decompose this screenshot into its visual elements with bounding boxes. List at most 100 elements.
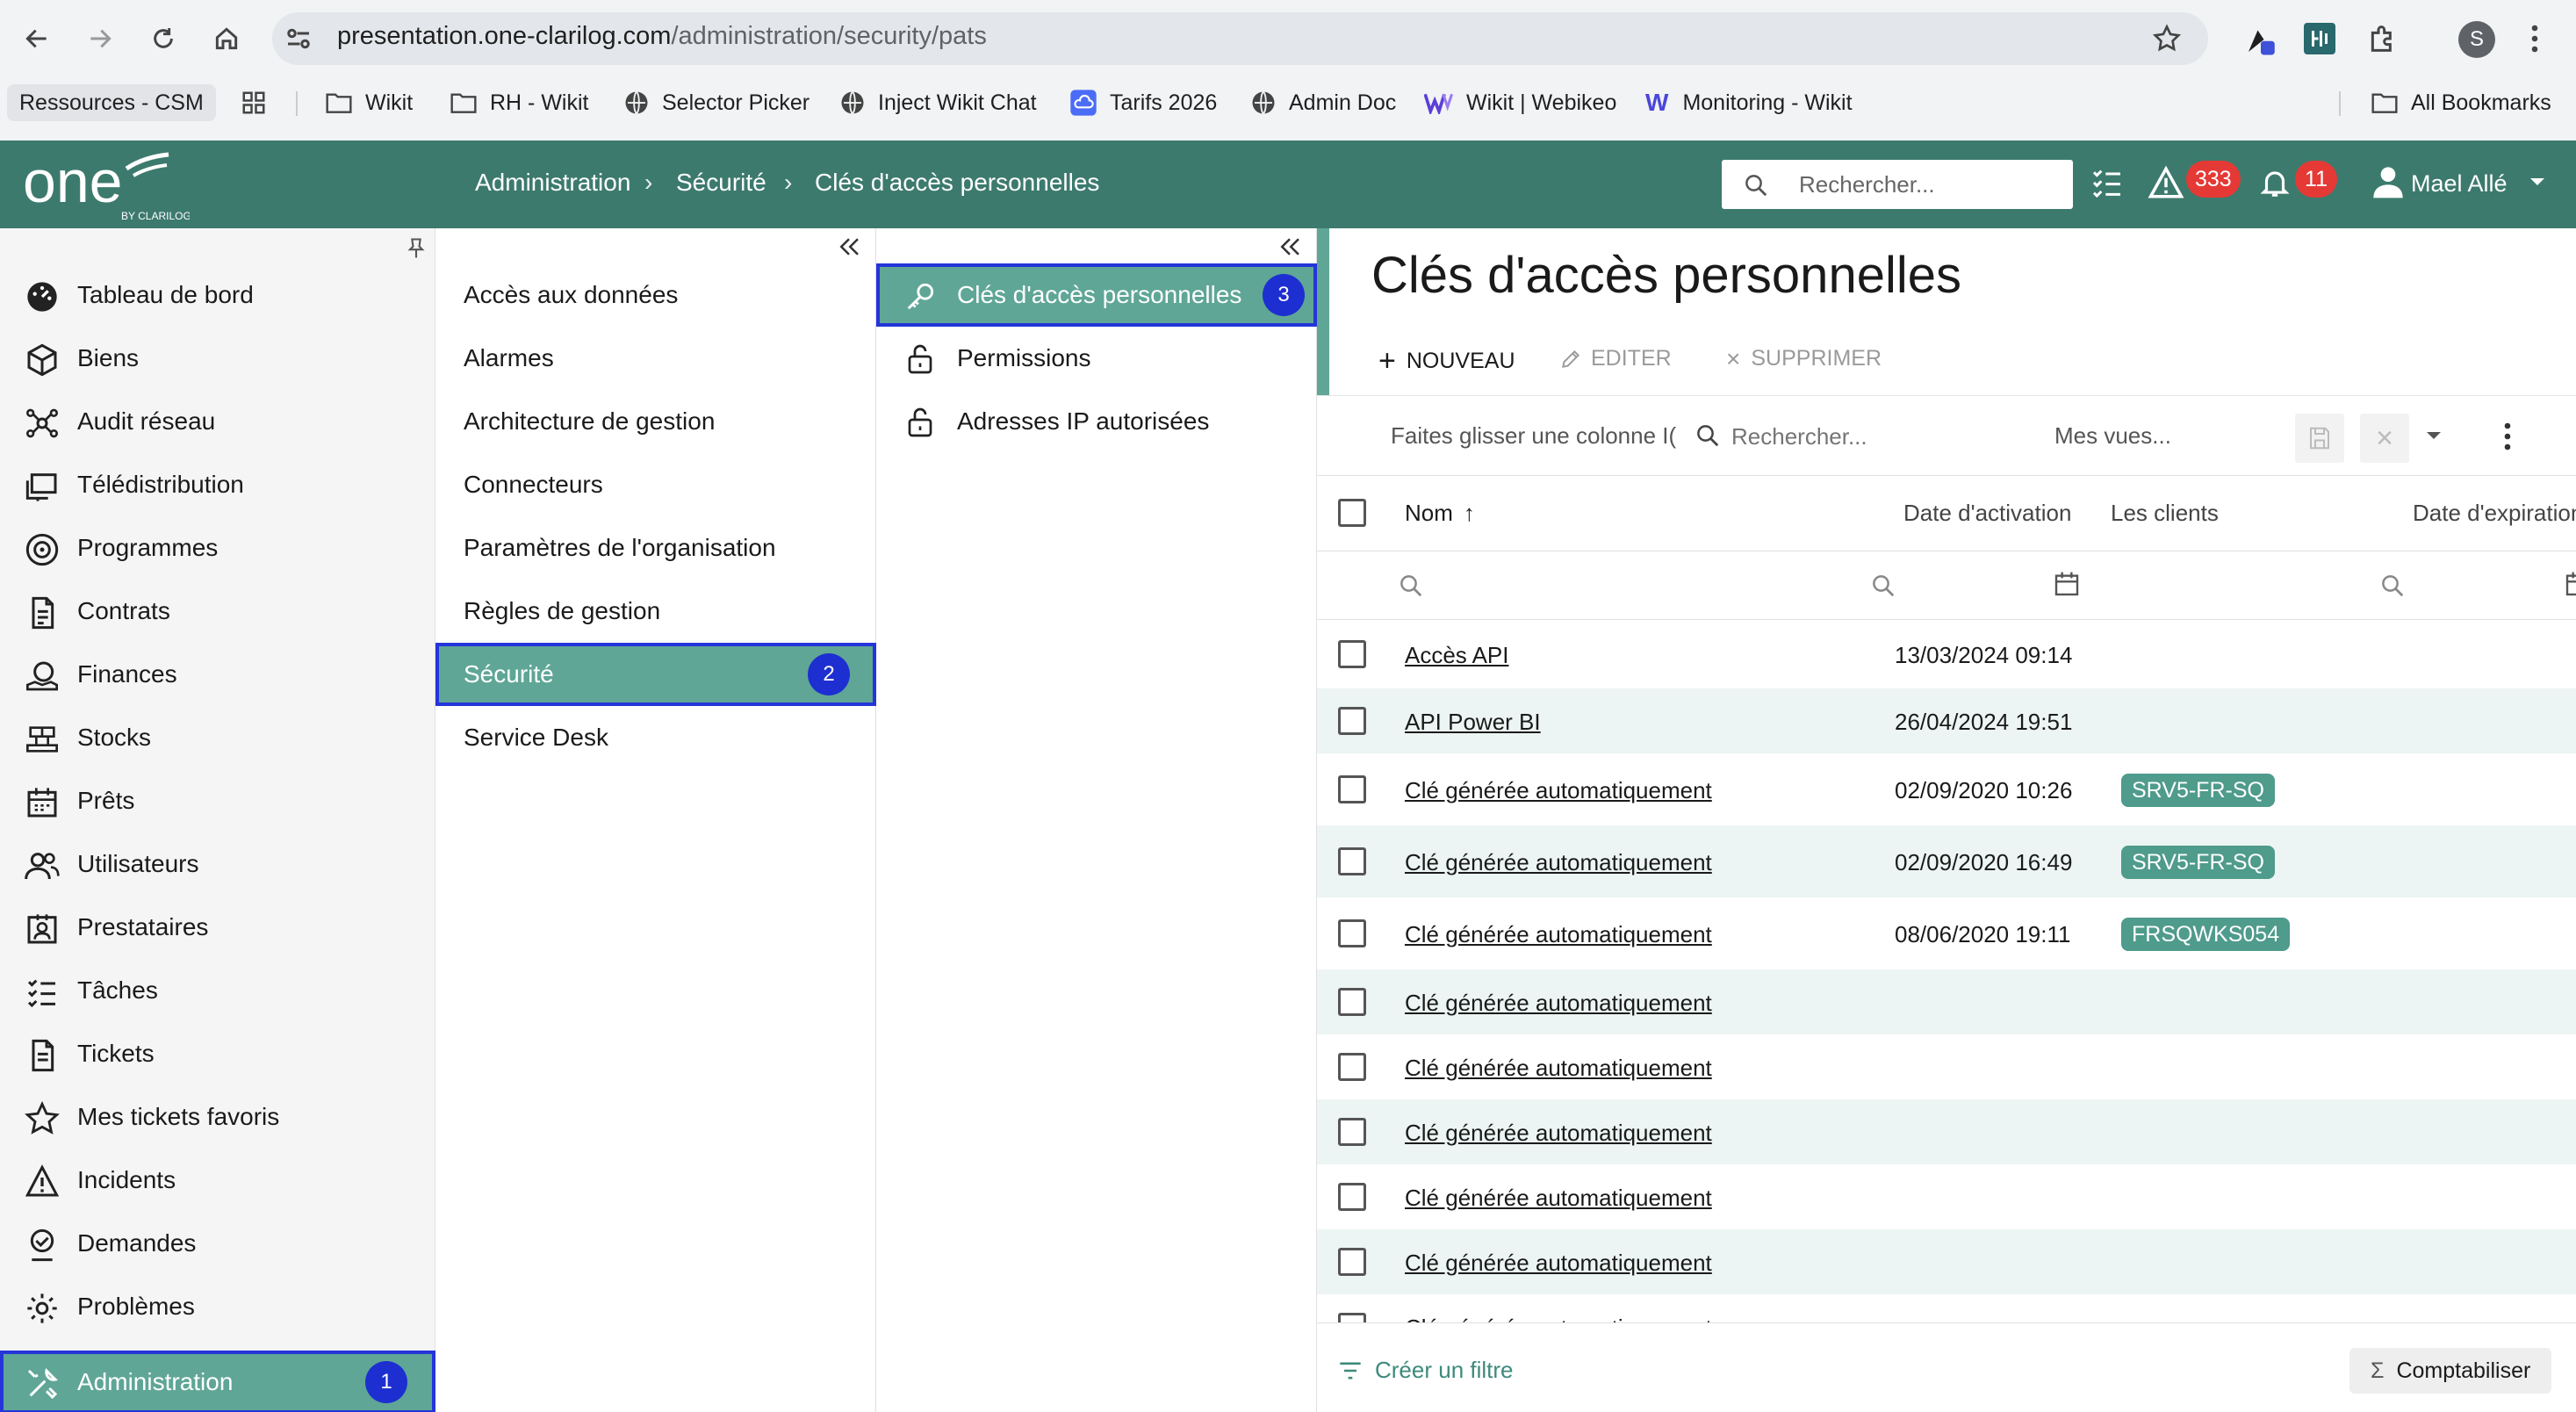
table-row[interactable]: Clé générée automatiquement 02/09/2020 1… xyxy=(1317,753,2576,825)
apps-grid-icon[interactable] xyxy=(241,84,279,121)
table-row[interactable]: Clé générée automatiquement xyxy=(1317,1294,2576,1322)
collapse-double-chevron-icon[interactable] xyxy=(1277,234,1303,264)
nav-item-demandes[interactable]: Demandes xyxy=(0,1212,435,1275)
bookmark-admin-doc[interactable]: Admin Doc xyxy=(1250,84,1396,121)
edit-button[interactable]: EDITER xyxy=(1559,346,1672,371)
subnav-item-adresses-ip-autorisees[interactable]: Adresses IP autorisées xyxy=(876,390,1317,453)
nav-item-stocks[interactable]: Stocks xyxy=(0,706,435,769)
row-checkbox[interactable] xyxy=(1338,1248,1366,1276)
nav-item-taches[interactable]: Tâches xyxy=(0,959,435,1022)
nav-item-biens[interactable]: Biens xyxy=(0,327,435,390)
delete-button[interactable]: × SUPPRIMER xyxy=(1726,346,1882,371)
row-checkbox[interactable] xyxy=(1338,919,1366,947)
bookmark-tarifs-2026[interactable]: Tarifs 2026 xyxy=(1069,84,1217,121)
table-row[interactable]: Accès API 13/03/2024 09:14 xyxy=(1317,620,2576,688)
table-row[interactable]: Clé générée automatiquement 02/09/2020 1… xyxy=(1317,825,2576,897)
filter-search-icon[interactable] xyxy=(1870,573,1896,599)
pin-icon[interactable] xyxy=(404,235,428,266)
bell-icon[interactable] xyxy=(2258,165,2292,205)
all-bookmarks[interactable]: All Bookmarks xyxy=(2371,84,2551,121)
row-checkbox[interactable] xyxy=(1338,775,1366,803)
user-icon[interactable] xyxy=(2371,163,2406,205)
user-name[interactable]: Mael Allé xyxy=(2411,170,2508,198)
kebab-menu-icon[interactable] xyxy=(2529,23,2541,59)
select-all-checkbox[interactable] xyxy=(1338,499,1366,527)
filter-search-icon[interactable] xyxy=(2379,573,2406,599)
profile-avatar[interactable]: S xyxy=(2458,21,2495,58)
row-checkbox[interactable] xyxy=(1338,847,1366,875)
calendar-icon[interactable] xyxy=(2053,569,2081,599)
column-header-nom[interactable]: Nom ↑ xyxy=(1405,500,1475,527)
subnav-item-architecture-de-gestion[interactable]: Architecture de gestion xyxy=(435,390,876,453)
row-name-link[interactable]: Clé générée automatiquement xyxy=(1405,990,1712,1017)
table-row[interactable]: Clé générée automatiquement xyxy=(1317,1229,2576,1294)
row-name-link[interactable]: Clé générée automatiquement xyxy=(1405,1185,1712,1212)
clear-view-button[interactable]: × xyxy=(2360,414,2409,463)
nav-item-incidents[interactable]: Incidents xyxy=(0,1149,435,1212)
subnav-item-service-desk[interactable]: Service Desk xyxy=(435,706,876,769)
table-row[interactable]: Clé générée automatiquement 08/06/2020 1… xyxy=(1317,897,2576,969)
row-checkbox[interactable] xyxy=(1338,1183,1366,1211)
nav-item-finances[interactable]: Finances xyxy=(0,643,435,706)
row-checkbox[interactable] xyxy=(1338,640,1366,668)
subnav-item-alarmes[interactable]: Alarmes xyxy=(435,327,876,390)
subnav-item-securite[interactable]: Sécurité 2 xyxy=(435,643,876,706)
nav-item-tickets[interactable]: Tickets xyxy=(0,1022,435,1085)
calendar-icon[interactable] xyxy=(2564,569,2576,599)
row-name-link[interactable]: Clé générée automatiquement xyxy=(1405,1250,1712,1277)
nav-item-prestataires[interactable]: Prestataires xyxy=(0,896,435,959)
row-name-link[interactable]: Clé générée automatiquement xyxy=(1405,1315,1712,1322)
row-checkbox[interactable] xyxy=(1338,1053,1366,1081)
grid-kebab-menu-icon[interactable] xyxy=(2502,421,2513,457)
breadcrumb-securite[interactable]: Sécurité xyxy=(676,169,766,197)
bookmark-monitoring-wikit[interactable]: W Monitoring - Wikit xyxy=(1645,84,1853,121)
grid-search-input[interactable] xyxy=(1731,415,1995,457)
views-dropdown-caret-icon[interactable] xyxy=(2425,429,2443,446)
puzzle-icon[interactable] xyxy=(2365,21,2400,61)
one-clarilog-logo[interactable]: one BY CLARILOG xyxy=(23,146,191,223)
bookmark-wikit-webikeo[interactable]: Wikit | Webikeo xyxy=(1424,84,1616,121)
table-row[interactable]: Clé générée automatiquement xyxy=(1317,1099,2576,1164)
row-checkbox[interactable] xyxy=(1338,988,1366,1016)
subnav-item-permissions[interactable]: Permissions xyxy=(876,327,1317,390)
new-button[interactable]: + NOUVEAU xyxy=(1378,346,1515,376)
nav-item-problemes[interactable]: Problèmes xyxy=(0,1275,435,1338)
row-name-link[interactable]: Clé générée automatiquement xyxy=(1405,921,1712,948)
table-row[interactable]: Clé générée automatiquement xyxy=(1317,1034,2576,1099)
save-view-button[interactable] xyxy=(2295,414,2344,463)
forward-arrow-icon[interactable] xyxy=(81,19,119,58)
count-button[interactable]: Σ Comptabiliser xyxy=(2349,1348,2552,1394)
bookmark-ressources-csm[interactable]: Ressources - CSM xyxy=(7,84,216,121)
chevron-down-icon[interactable] xyxy=(2529,176,2546,192)
views-selector[interactable]: Mes vues... xyxy=(2054,422,2171,450)
row-checkbox[interactable] xyxy=(1338,1313,1366,1322)
nav-item-utilisateurs[interactable]: Utilisateurs xyxy=(0,832,435,896)
table-row[interactable]: Clé générée automatiquement xyxy=(1317,1164,2576,1229)
nav-item-prets[interactable]: Prêts xyxy=(0,769,435,832)
nav-item-mes-tickets-favoris[interactable]: Mes tickets favoris xyxy=(0,1085,435,1149)
breadcrumb-administration[interactable]: Administration xyxy=(475,169,630,197)
row-name-link[interactable]: Clé générée automatiquement xyxy=(1405,849,1712,876)
checklist-icon[interactable] xyxy=(2090,165,2125,205)
bookmark-inject-wikit-chat[interactable]: Inject Wikit Chat xyxy=(839,84,1037,121)
nav-item-programmes[interactable]: Programmes xyxy=(0,516,435,580)
column-header-date-expiration[interactable]: Date d'expiration xyxy=(2413,500,2576,527)
collapse-double-chevron-icon[interactable] xyxy=(836,234,862,264)
bookmark-rh-wikit[interactable]: RH - Wikit xyxy=(450,84,588,121)
subnav-item-acces-aux-donnees[interactable]: Accès aux données xyxy=(435,263,876,327)
column-header-clients[interactable]: Les clients xyxy=(2111,500,2219,527)
subnav-item-connecteurs[interactable]: Connecteurs xyxy=(435,453,876,516)
global-search-input[interactable] xyxy=(1799,160,2062,209)
subnav-item-cles-acces-personnelles[interactable]: Clés d'accès personnelles 3 xyxy=(876,263,1317,327)
reload-icon[interactable] xyxy=(144,19,183,58)
row-name-link[interactable]: API Power BI xyxy=(1405,709,1541,736)
nav-item-administration[interactable]: Administration 1 xyxy=(0,1351,435,1412)
table-row[interactable]: API Power BI 26/04/2024 19:51 xyxy=(1317,688,2576,753)
back-arrow-icon[interactable] xyxy=(18,19,56,58)
subnav-item-regles-de-gestion[interactable]: Règles de gestion xyxy=(435,580,876,643)
create-filter-button[interactable]: Créer un filtre xyxy=(1338,1357,1514,1384)
nav-item-teledistribution[interactable]: Télédistribution xyxy=(0,453,435,516)
row-name-link[interactable]: Clé générée automatiquement xyxy=(1405,1120,1712,1147)
row-checkbox[interactable] xyxy=(1338,1118,1366,1146)
filter-search-icon[interactable] xyxy=(1398,573,1424,599)
